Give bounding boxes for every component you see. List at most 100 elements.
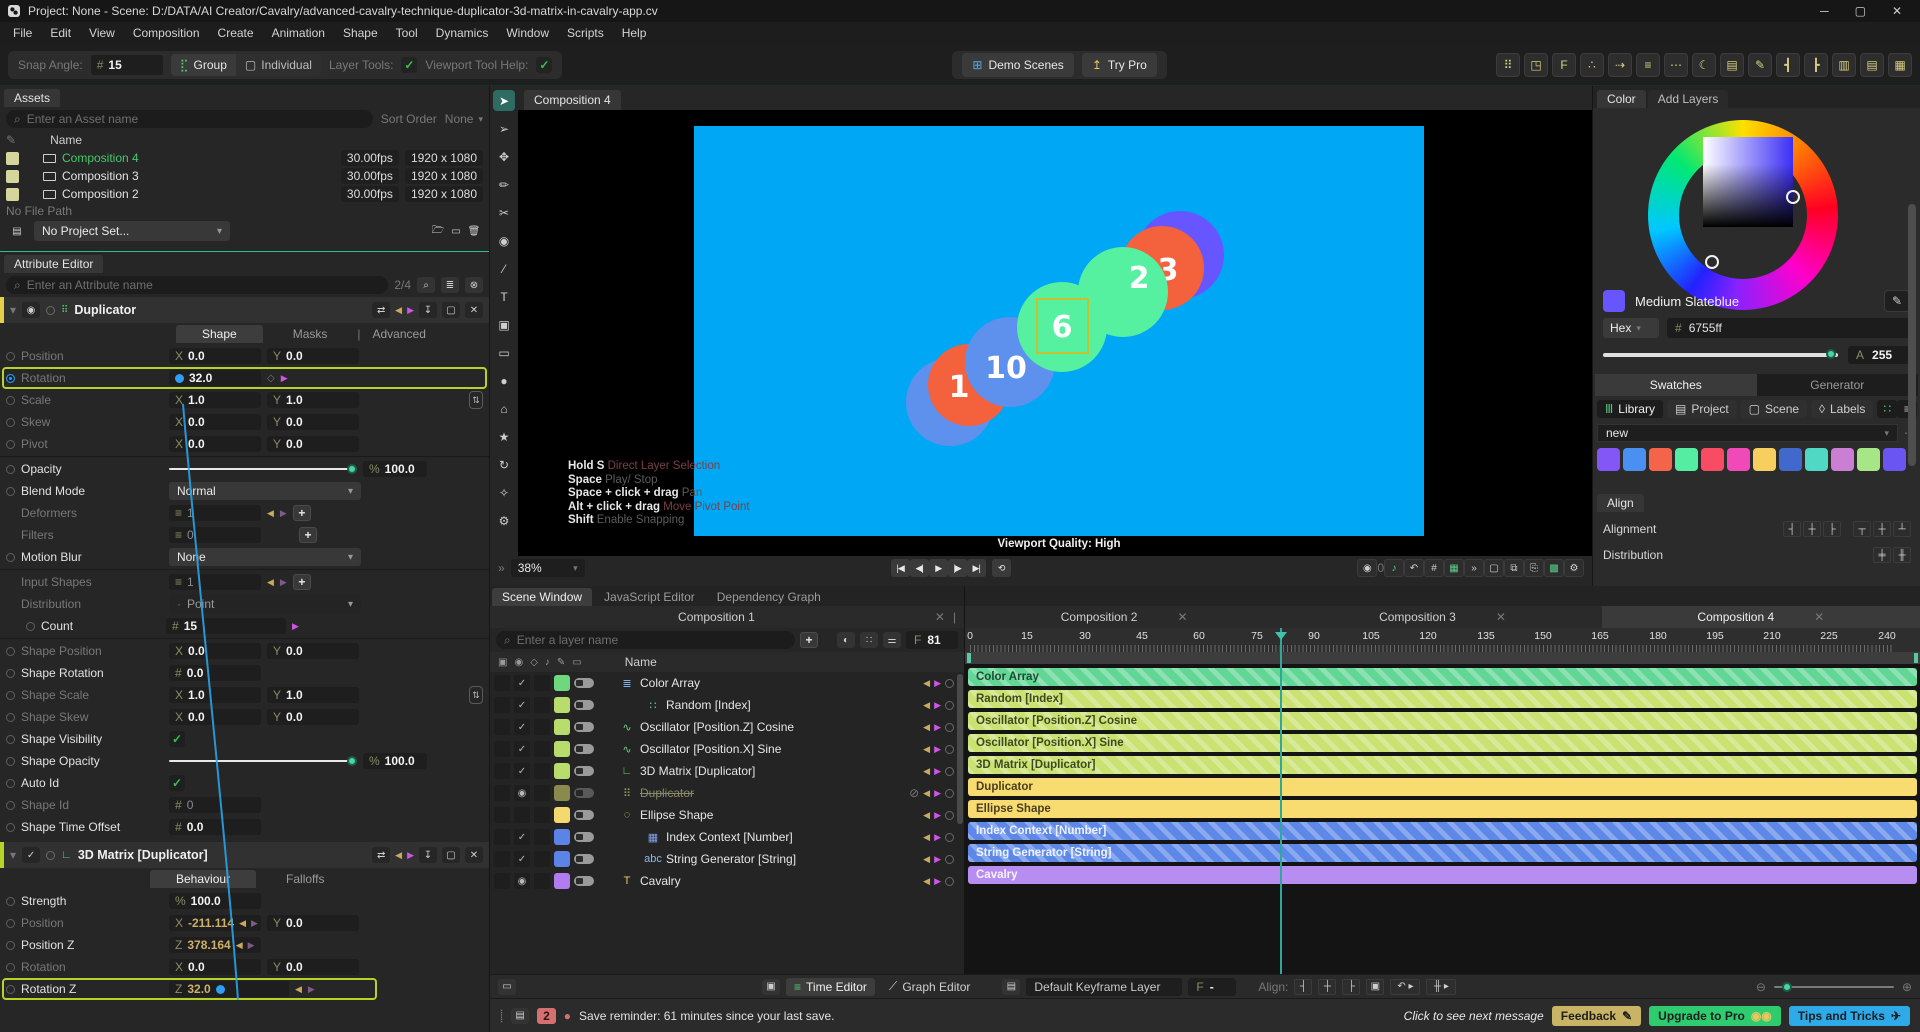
grid-snap-icon[interactable]: # — [1424, 559, 1444, 577]
switch-icon[interactable]: ⇄ — [372, 847, 391, 863]
menu-item[interactable]: Shape — [334, 24, 387, 42]
individual-toggle[interactable]: ▢ Individual — [235, 53, 321, 76]
color-swatch[interactable] — [1805, 448, 1828, 471]
lock-cell[interactable] — [494, 807, 510, 823]
layer-color-swatch[interactable] — [554, 829, 570, 845]
frame-field[interactable]: F 81 — [906, 631, 958, 649]
asset-row[interactable]: Composition 4 30.00fps 1920 x 1080 — [0, 149, 489, 167]
viewport-settings-icon[interactable]: ⚙ — [1564, 559, 1584, 577]
layer-toggle[interactable] — [574, 722, 594, 732]
close-icon[interactable]: ✕ — [465, 847, 483, 863]
align-right-icon[interactable]: ┣ — [1804, 52, 1828, 77]
duplicate-view-icon[interactable]: ⎘ — [1524, 559, 1544, 577]
align-right-button[interactable]: ├ — [1823, 521, 1841, 537]
color-swatch[interactable] — [1727, 448, 1750, 471]
solo-ring-icon[interactable] — [945, 700, 954, 710]
brush-tool-icon[interactable]: ✏ — [493, 174, 515, 195]
prev-keyframe-icon[interactable]: ◀ — [923, 678, 930, 689]
trail-icon[interactable]: ⇢ — [1608, 52, 1632, 77]
lock-cell[interactable] — [494, 763, 510, 779]
eye-icon[interactable]: ◉ — [514, 657, 523, 668]
timeline-track[interactable]: Index Context [Number] — [965, 820, 1920, 842]
menu-item[interactable]: Edit — [41, 24, 80, 42]
demo-scenes-button[interactable]: ⊞ Demo Scenes — [962, 52, 1074, 77]
layer-search[interactable]: ⌕ — [496, 631, 795, 649]
upgrade-pro-button[interactable]: Upgrade to Pro ◉◉ — [1649, 1005, 1781, 1026]
selection-square[interactable] — [1036, 298, 1089, 354]
blend-mode-dropdown[interactable]: Normal ▾ — [169, 482, 361, 500]
menu-item[interactable]: Tool — [387, 24, 427, 42]
palette-dropdown[interactable]: new ▾ — [1597, 424, 1898, 442]
step-forward-button[interactable]: |▶ — [947, 559, 967, 577]
color-swatch[interactable] — [1857, 448, 1880, 471]
monitor-icon[interactable]: ▭ — [447, 223, 465, 239]
layers-attr-icon[interactable]: ≣ — [441, 277, 459, 293]
layer-toggle[interactable] — [574, 810, 594, 820]
solo-cell[interactable] — [534, 719, 550, 735]
keyframe-layer-field[interactable]: Default Keyframe Layer — [1026, 977, 1183, 996]
onion-icon[interactable]: ◐ — [837, 632, 855, 648]
frame-icon[interactable]: F — [1552, 52, 1576, 77]
state-cell[interactable]: ✓ — [514, 697, 530, 713]
camera-tool-icon[interactable]: ◉ — [493, 230, 515, 251]
attribute-editor-tab[interactable]: Attribute Editor — [4, 255, 104, 273]
arc-tool-icon[interactable]: ↻ — [493, 454, 515, 475]
close-button[interactable]: ✕ — [1892, 4, 1902, 18]
next-keyframe-icon[interactable]: ▶ — [934, 876, 941, 887]
align-left-button[interactable]: ┤ — [1294, 978, 1313, 995]
library-button[interactable]: Ⅲ Library — [1597, 400, 1663, 418]
picker-icon[interactable]: ✎ — [557, 657, 565, 668]
connection-arrow-icon[interactable]: ▶ — [292, 621, 299, 632]
next-keyframe-icon[interactable]: ▶ — [934, 766, 941, 777]
tab-advanced[interactable]: Advanced — [365, 325, 434, 343]
audio-icon[interactable]: ♪ — [545, 657, 550, 668]
solo-ring-icon[interactable] — [945, 854, 954, 864]
layer-color-swatch[interactable] — [554, 741, 570, 757]
zoom-out-icon[interactable]: ⊖ — [1756, 980, 1766, 994]
filter-sliders-icon[interactable]: ⚌ — [883, 632, 901, 648]
generator-tab[interactable]: Generator — [1757, 374, 1919, 396]
attribute-search[interactable]: ⌕ — [6, 276, 389, 294]
layer-row[interactable]: ✓ ▦ Index Context [Number] ◀ ▶ — [490, 826, 964, 848]
prev-keyframe-icon[interactable]: ◀ — [923, 744, 930, 755]
camera-icon[interactable]: ◉ — [1357, 559, 1378, 577]
go-to-end-button[interactable]: ▶| — [966, 559, 986, 577]
menu-item[interactable]: Window — [497, 24, 558, 42]
maximize-button[interactable]: ▢ — [1855, 4, 1866, 18]
solo-ring-icon[interactable] — [945, 766, 954, 776]
prev-keyframe-icon[interactable]: ◀ — [923, 854, 930, 865]
alpha-slider[interactable] — [1603, 349, 1838, 359]
menu-item[interactable]: View — [80, 24, 124, 42]
prev-keyframe-icon[interactable]: ◀ — [395, 305, 402, 316]
layer-color-swatch[interactable] — [554, 785, 570, 801]
layer-toggle[interactable] — [574, 766, 594, 776]
lock-cell[interactable] — [494, 873, 510, 889]
solo-ring-icon[interactable] — [945, 744, 954, 754]
star-tool-icon[interactable]: ★ — [493, 426, 515, 447]
timeline-track[interactable]: Color Array — [965, 666, 1920, 688]
graph-editor-button[interactable]: ⟋ Graph Editor — [881, 978, 978, 996]
pen-icon[interactable]: ✎ — [1748, 52, 1772, 77]
timeline-track[interactable]: 3D Matrix [Duplicator] — [965, 754, 1920, 776]
prev-keyframe-icon[interactable]: ◀ — [395, 850, 402, 861]
messages-icon[interactable]: ▤ — [511, 1007, 530, 1024]
keyframe-diamond-icon[interactable]: ◇ — [267, 373, 275, 384]
layer-tools-checkbox[interactable]: ✓ — [401, 56, 418, 73]
layer-color-swatch[interactable] — [554, 675, 570, 691]
select-tool-icon[interactable]: ➤ — [493, 90, 515, 111]
text-tool-icon[interactable]: T — [493, 286, 515, 307]
solo-ring-icon[interactable] — [945, 876, 954, 886]
project-set-dropdown[interactable]: No Project Set... ▾ — [34, 221, 230, 241]
solo-ring-icon[interactable] — [46, 305, 56, 315]
moon-icon[interactable]: ☾ — [1692, 52, 1716, 77]
toggle-icon[interactable]: ▭ — [572, 657, 581, 668]
bounds-icon[interactable]: ▢ — [1484, 559, 1504, 577]
layer-search-input[interactable] — [516, 633, 787, 647]
timeline-track[interactable]: Oscillator [Position.X] Sine — [965, 732, 1920, 754]
sv-picker-handle[interactable] — [1786, 190, 1800, 204]
go-to-start-button[interactable]: |◀ — [890, 559, 910, 577]
solo-cell[interactable] — [534, 675, 550, 691]
color-swatch[interactable] — [1753, 448, 1776, 471]
cube-icon[interactable]: ◳ — [1524, 52, 1548, 77]
asset-search-input[interactable] — [26, 112, 365, 126]
